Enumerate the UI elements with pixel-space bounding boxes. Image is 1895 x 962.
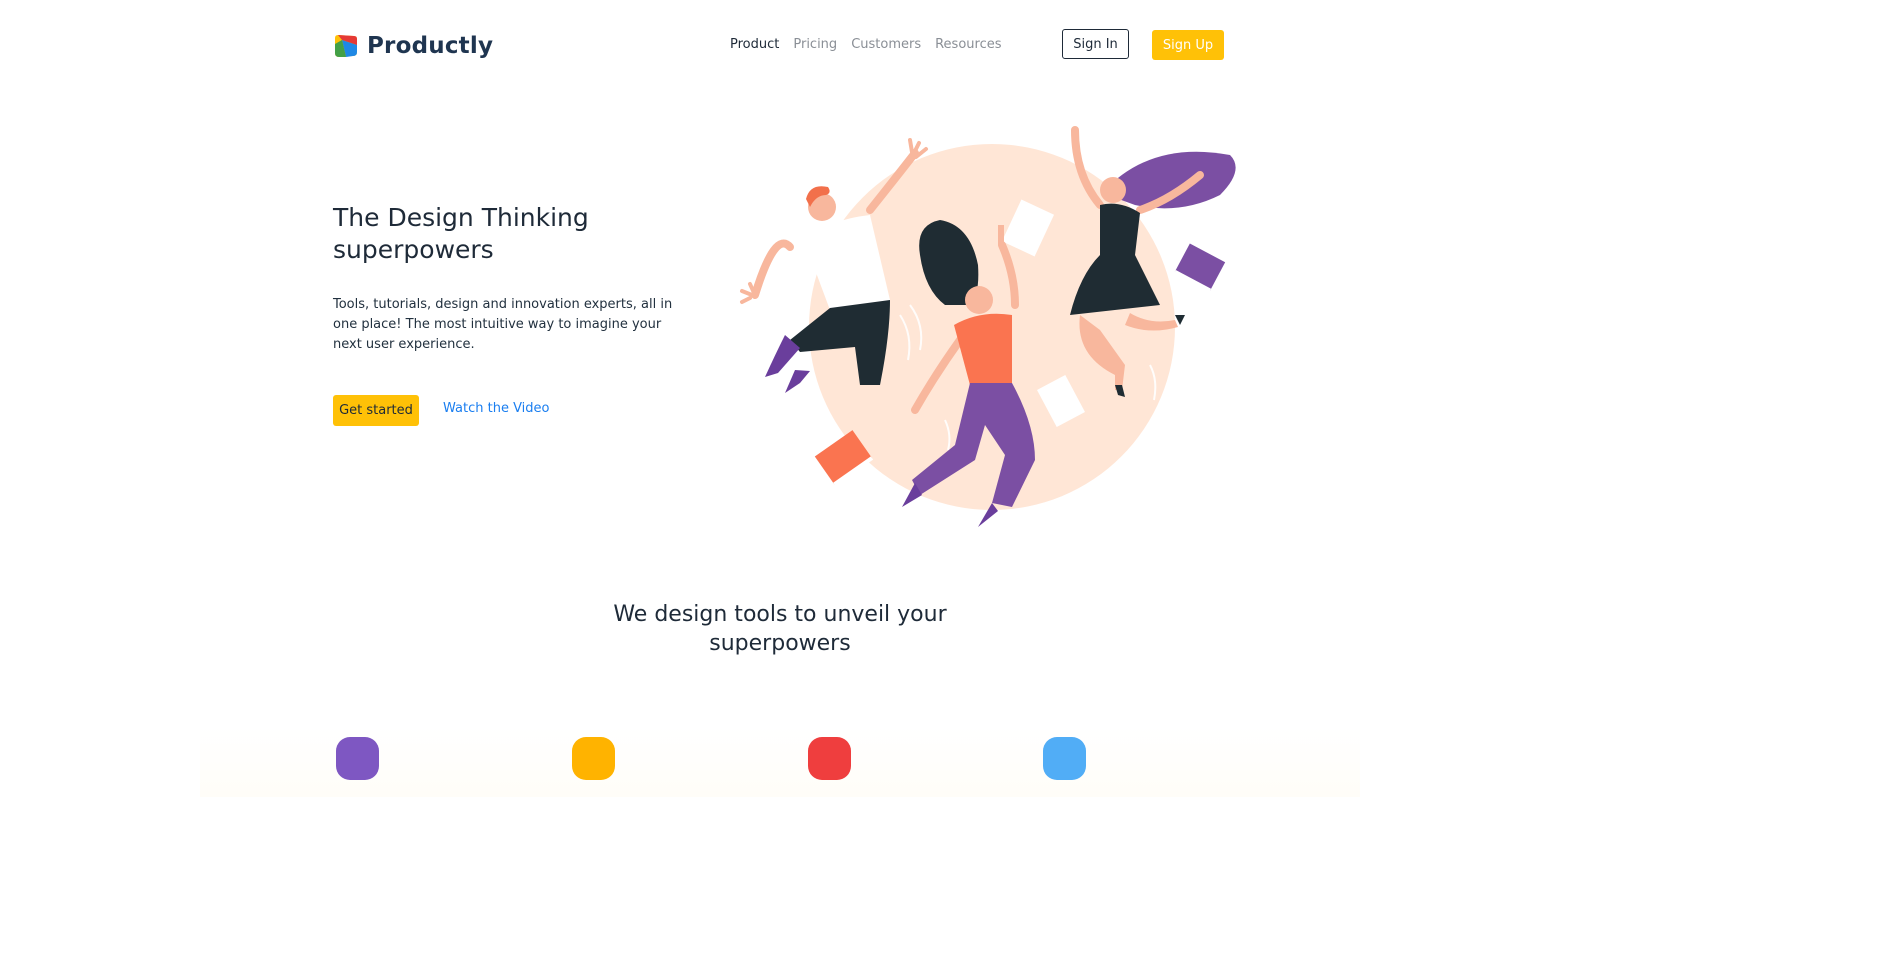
yellow-feature-icon (572, 737, 615, 780)
hero-description: Tools, tutorials, design and innovation … (333, 297, 673, 352)
sign-up-button[interactable]: Sign Up (1152, 30, 1224, 60)
sign-in-button[interactable]: Sign In (1062, 29, 1129, 59)
brand-name: Productly (367, 33, 494, 59)
purple-feature-icon (336, 737, 379, 780)
blue-feature-icon (1043, 737, 1086, 780)
brand-logo[interactable]: Productly (333, 30, 493, 62)
main-nav: Product Pricing Customers Resources (730, 37, 1002, 52)
hero-illustration (740, 126, 1236, 527)
site-header: Productly Product Pricing Customers Reso… (333, 27, 1225, 63)
nav-item-pricing[interactable]: Pricing (793, 37, 837, 52)
get-started-button[interactable]: Get started (333, 395, 419, 426)
nav-item-product[interactable]: Product (730, 37, 779, 52)
nav-item-customers[interactable]: Customers (851, 37, 921, 52)
purple-book-icon (1173, 243, 1226, 293)
features-title: We design tools to unveil your superpowe… (613, 602, 947, 656)
hero-title: The Design Thinking superpowers (333, 203, 589, 264)
watch-video-link[interactable]: Watch the Video (443, 401, 550, 416)
productly-logo-icon (335, 35, 357, 57)
red-feature-icon (808, 737, 851, 780)
landing-page: Productly Product Pricing Customers Reso… (0, 0, 1568, 797)
nav-item-resources[interactable]: Resources (935, 37, 1001, 52)
